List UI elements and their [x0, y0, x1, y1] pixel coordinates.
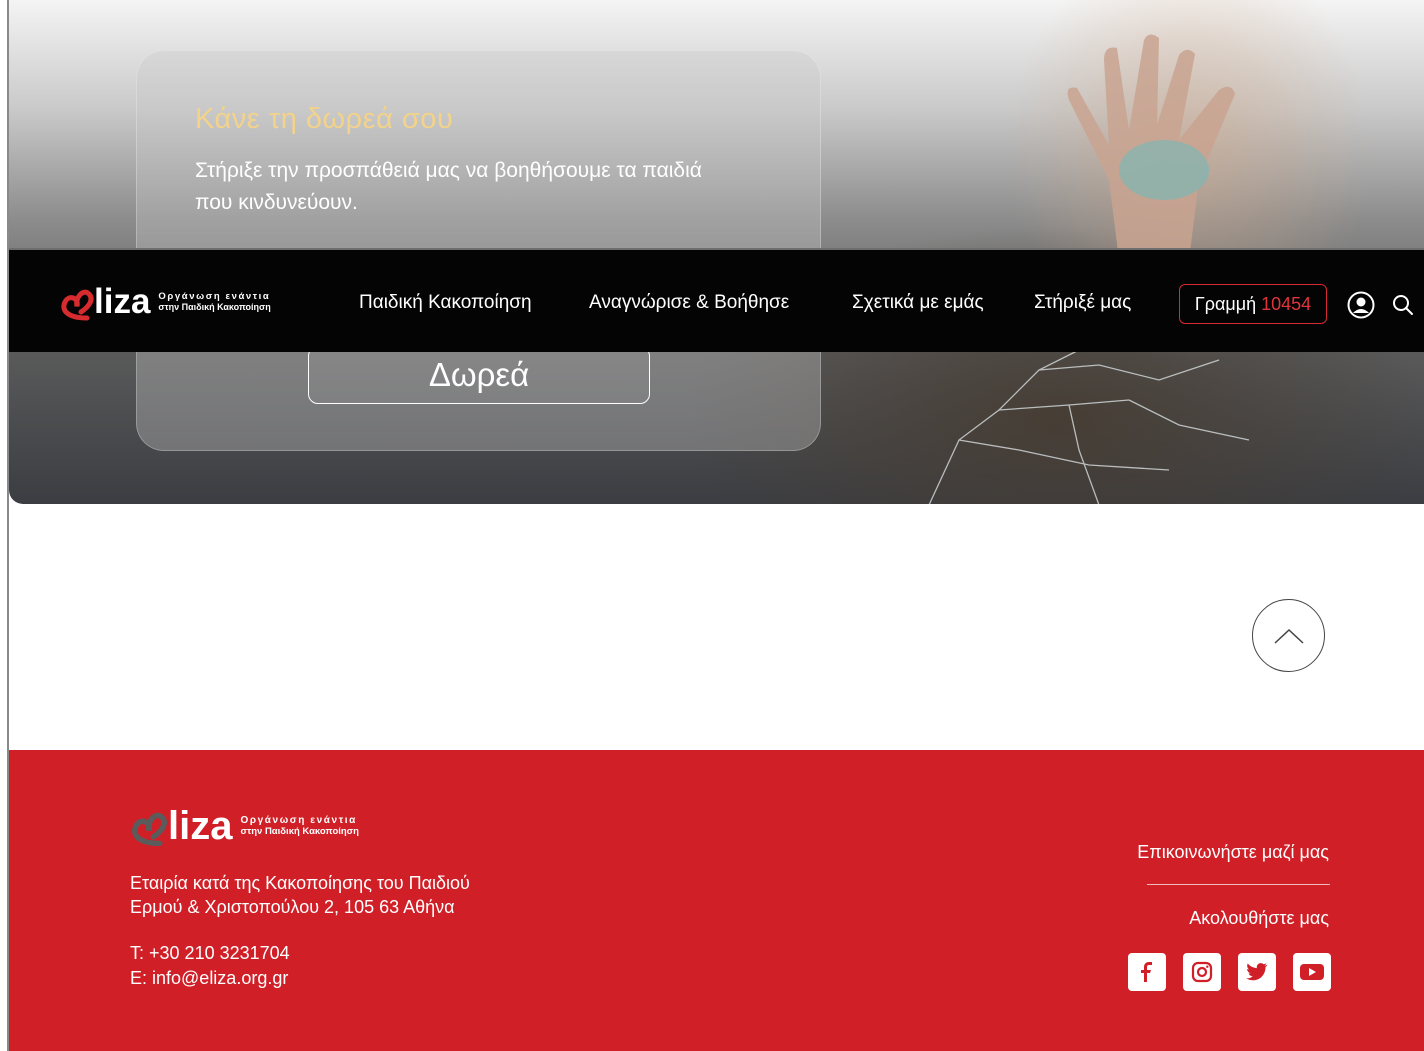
scroll-to-top-button[interactable]: [1252, 599, 1325, 672]
nav-item-support-us[interactable]: Στήριξέ μας: [1034, 292, 1131, 314]
nav-item-about-us[interactable]: Σχετικά με εμάς: [852, 292, 984, 314]
search-icon[interactable]: [1392, 294, 1414, 316]
facebook-icon[interactable]: [1128, 953, 1166, 991]
instagram-icon[interactable]: [1183, 953, 1221, 991]
main-navbar: liza Οργάνωση ενάντια στην Παιδική Κακοπ…: [9, 248, 1424, 352]
donate-description: Στήριξε την προσπάθειά μας να βοηθήσουμε…: [195, 159, 702, 214]
hand-photo-illustration: [1067, 34, 1235, 260]
hotline-number: 10454: [1261, 293, 1312, 314]
nav-item-recognize-help[interactable]: Αναγνώρισε & Βοήθησε: [589, 292, 789, 314]
follow-us-label: Ακολουθήστε μας: [1189, 908, 1329, 928]
logo-wordmark: liza: [94, 282, 151, 321]
heart-logo-icon: [132, 812, 167, 847]
nav-item-child-abuse[interactable]: Παιδική Κακοποίηση: [359, 292, 532, 314]
phone-number[interactable]: Τ: +30 210 3231704: [130, 942, 290, 964]
logo-tagline: Οργάνωση ενάντια στην Παιδική Κακοποίηση: [158, 291, 271, 312]
twitter-icon[interactable]: [1238, 953, 1276, 991]
donate-button[interactable]: Δωρεά: [308, 346, 650, 404]
youtube-icon[interactable]: [1293, 953, 1331, 991]
site-footer: liza Οργάνωση ενάντια στην Παιδική Κακοπ…: [9, 750, 1424, 1051]
broken-glass-illustration: [928, 349, 1250, 504]
user-circle-icon[interactable]: [1347, 291, 1375, 319]
footer-divider: [1147, 884, 1330, 885]
heart-logo-icon: [61, 289, 94, 321]
donate-title: Κάνε τη δωρεά σου: [195, 103, 454, 135]
eliza-logo[interactable]: liza Οργάνωση ενάντια στην Παιδική Κακοπ…: [57, 274, 287, 330]
org-name: Εταιρία κατά της Κακοποίησης του Παιδιού: [130, 873, 470, 893]
contact-us-link[interactable]: Επικοινωνήστε μαζί μας: [1137, 842, 1329, 863]
footer-logo[interactable]: liza Οργάνωση ενάντια στην Παιδική Κακοπ…: [127, 800, 359, 852]
logo-tagline: Οργάνωση ενάντια στην Παιδική Κακοποίηση: [240, 815, 359, 837]
org-address: Ερμού & Χριστοπούλου 2, 105 63 Αθήνα: [130, 897, 455, 917]
logo-wordmark: liza: [168, 803, 233, 848]
hotline-button[interactable]: Γραμμή 10454: [1179, 284, 1327, 324]
chevron-up-icon: [1273, 628, 1304, 644]
hotline-label: Γραμμή: [1194, 293, 1257, 314]
email-address[interactable]: Ε: info@eliza.org.gr: [130, 967, 288, 989]
